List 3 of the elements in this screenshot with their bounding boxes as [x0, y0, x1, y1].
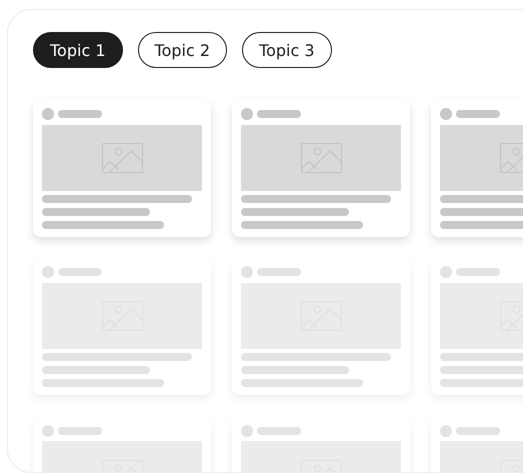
topic-tab[interactable]: Topic 1 — [33, 32, 123, 68]
topic-tab[interactable]: Topic 2 — [138, 32, 228, 68]
topic-tab[interactable]: Topic 3 — [242, 32, 332, 68]
